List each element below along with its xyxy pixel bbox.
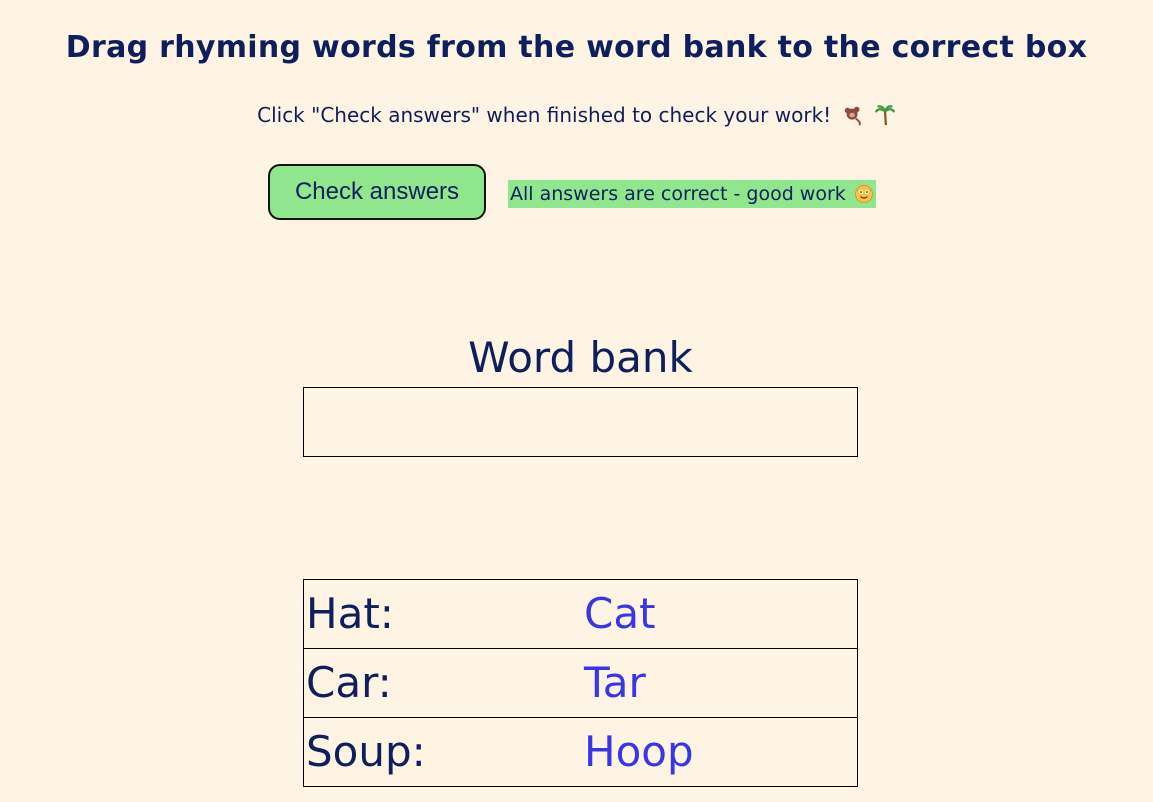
rhyme-row-car: Car: Tar bbox=[303, 648, 858, 718]
instructions-text: Click "Check answers" when finished to c… bbox=[257, 103, 832, 127]
rhyme-table: Hat: Cat Car: Tar Soup: Hoop bbox=[303, 579, 858, 787]
feedback-message: All answers are correct - good work bbox=[508, 180, 876, 208]
palm-tree-icon bbox=[874, 105, 896, 126]
feedback-text: All answers are correct - good work bbox=[510, 183, 846, 205]
rhyme-row-hat: Hat: Cat bbox=[303, 579, 858, 649]
prompt-word: Car: bbox=[306, 658, 392, 707]
monkey-icon bbox=[844, 106, 861, 126]
check-answers-button[interactable]: Check answers bbox=[268, 164, 486, 220]
prompt-word: Soup: bbox=[306, 727, 426, 776]
rhyme-cell: Car: Tar bbox=[303, 648, 858, 718]
answer-dropzone-hat[interactable]: Cat bbox=[584, 586, 734, 642]
rhyme-cell: Hat: Cat bbox=[303, 579, 858, 649]
prompt-word: Hat: bbox=[306, 589, 394, 638]
answer-word[interactable]: Tar bbox=[584, 658, 646, 707]
smiley-icon bbox=[854, 185, 873, 203]
answer-word[interactable]: Cat bbox=[584, 589, 656, 638]
answer-word[interactable]: Hoop bbox=[584, 727, 694, 776]
page-title: Drag rhyming words from the word bank to… bbox=[65, 30, 1088, 65]
instructions: Click "Check answers" when finished to c… bbox=[0, 103, 1153, 127]
rhyme-row-soup: Soup: Hoop bbox=[303, 717, 858, 787]
rhyme-cell: Soup: Hoop bbox=[303, 717, 858, 787]
word-bank-heading: Word bank bbox=[468, 333, 693, 382]
word-bank-dropzone[interactable] bbox=[303, 387, 858, 457]
answer-dropzone-car[interactable]: Tar bbox=[584, 655, 734, 711]
answer-dropzone-soup[interactable]: Hoop bbox=[584, 724, 734, 780]
